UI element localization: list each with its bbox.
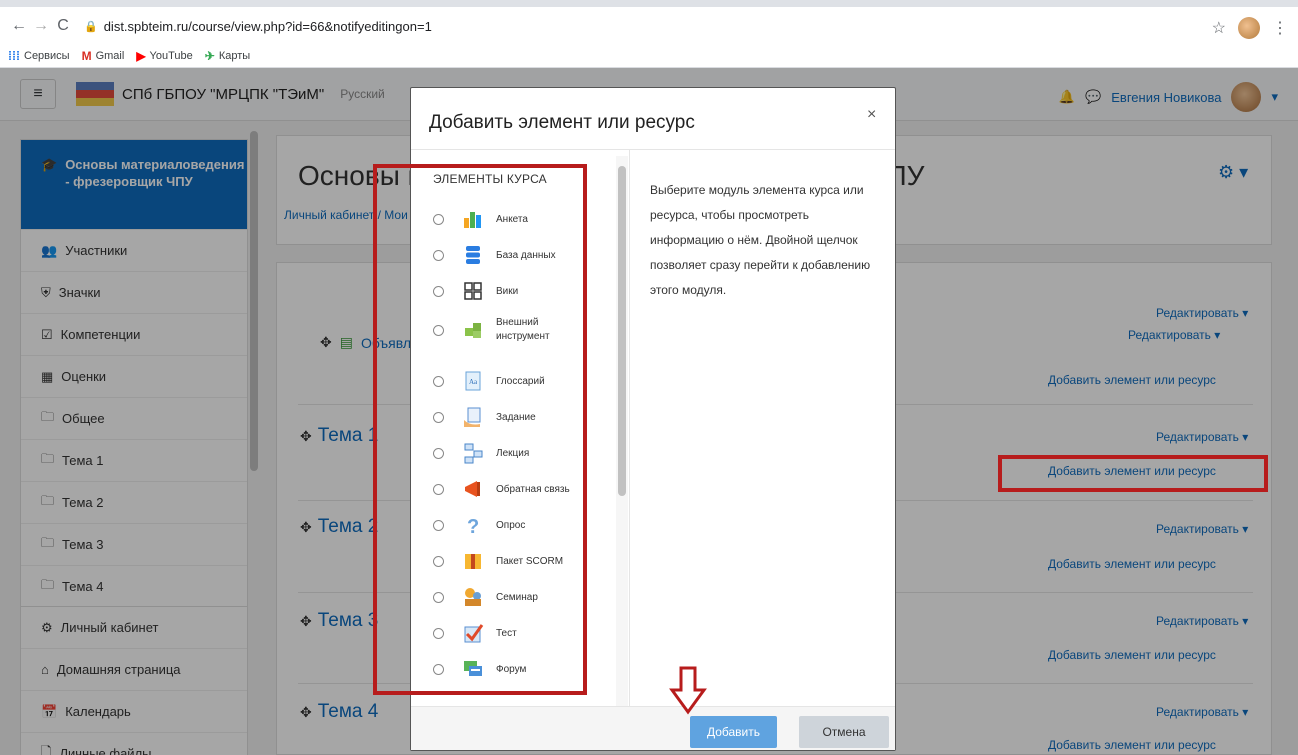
youtube-icon: ▶ bbox=[136, 49, 146, 63]
back-icon[interactable]: ← bbox=[8, 17, 30, 35]
down-arrow-icon bbox=[669, 666, 707, 715]
close-icon[interactable]: × bbox=[867, 106, 876, 124]
apps-grid-icon: ⁞⁞⁞ bbox=[8, 49, 20, 63]
add-button[interactable]: Добавить bbox=[690, 716, 777, 748]
browser-tab-strip bbox=[0, 0, 1298, 7]
forward-icon[interactable]: → bbox=[30, 17, 52, 35]
bookmarks-bar: ⁞⁞⁞ Сервисы M Gmail ▶ YouTube ✈ Карты bbox=[0, 45, 1298, 68]
bookmark-maps[interactable]: ✈ Карты bbox=[205, 49, 250, 63]
url-text[interactable]: dist.spbteim.ru/course/view.php?id=66&no… bbox=[104, 19, 432, 34]
cancel-button[interactable]: Отмена bbox=[799, 716, 889, 748]
module-description-pane: Выберите модуль элемента курса или ресур… bbox=[629, 150, 895, 706]
maps-icon: ✈ bbox=[204, 49, 215, 63]
module-description: Выберите модуль элемента курса или ресур… bbox=[650, 183, 871, 297]
reload-icon[interactable]: C bbox=[52, 17, 74, 35]
gmail-icon: M bbox=[81, 49, 92, 63]
dialog-header: Добавить элемент или ресурс × bbox=[411, 88, 895, 150]
highlight-add-activity-link bbox=[998, 455, 1268, 492]
lock-icon: 🔒 bbox=[84, 20, 98, 33]
browser-menu-icon[interactable]: ⋮ bbox=[1272, 18, 1288, 38]
profile-avatar[interactable] bbox=[1238, 17, 1260, 39]
bookmark-gmail[interactable]: M Gmail bbox=[82, 49, 125, 63]
dialog-title: Добавить элемент или ресурс bbox=[429, 112, 695, 133]
highlight-module-list bbox=[373, 164, 587, 695]
address-bar[interactable]: 🔒 dist.spbteim.ru/course/view.php?id=66&… bbox=[84, 19, 432, 34]
module-list-scroll-thumb[interactable] bbox=[618, 166, 626, 496]
bookmark-star-icon[interactable]: ☆ bbox=[1212, 18, 1226, 38]
bookmark-youtube[interactable]: ▶ YouTube bbox=[136, 49, 192, 63]
dialog-footer: Добавить Отмена bbox=[411, 706, 895, 750]
browser-toolbar: ← → C 🔒 dist.spbteim.ru/course/view.php?… bbox=[0, 7, 1298, 45]
bookmark-services[interactable]: ⁞⁞⁞ Сервисы bbox=[8, 49, 70, 63]
